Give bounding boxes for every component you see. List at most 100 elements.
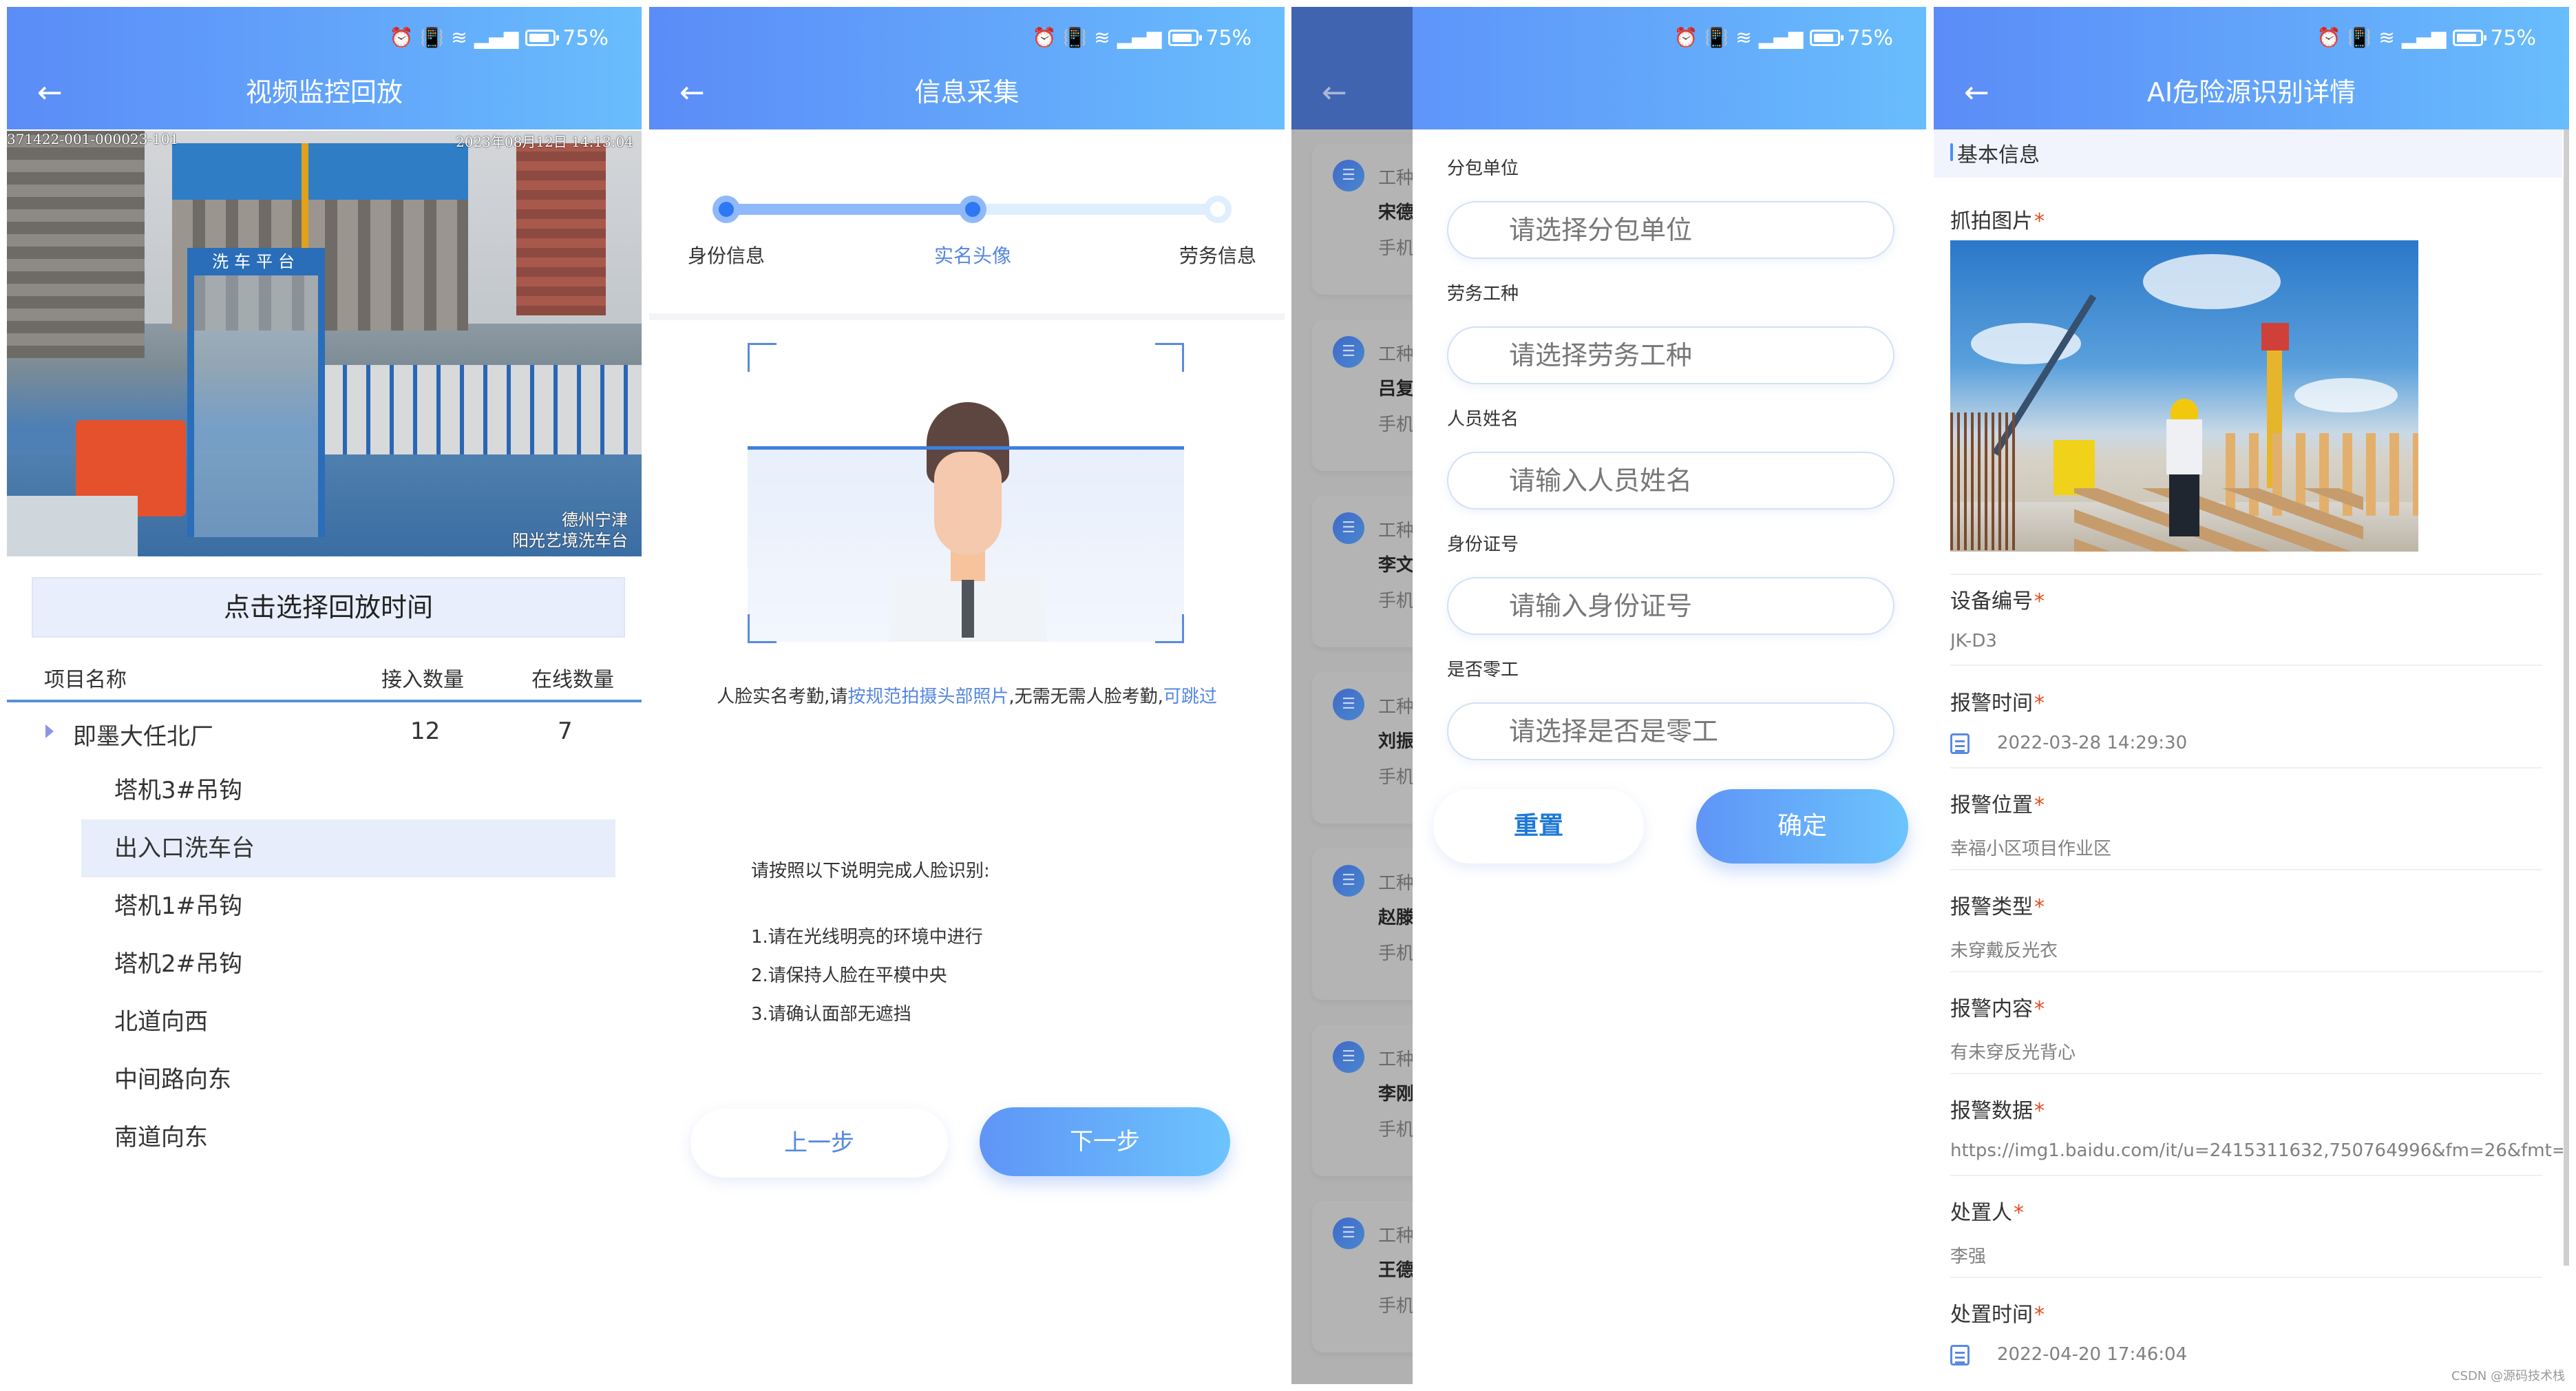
vibrate-icon: 📳 (420, 26, 445, 49)
avatar-face (934, 452, 1002, 555)
confirm-button[interactable]: 确定 (1696, 789, 1908, 864)
calendar-icon (1950, 733, 1970, 754)
page-title: 信息采集 (914, 77, 1020, 107)
app-bar: ⏰ 📳 ≋ ▂▄▆ 75% ← 视频监控回放 (7, 7, 642, 129)
location-overlay: 德州宁津 阳光艺境洗车台 (512, 510, 628, 551)
scan-line (748, 446, 1184, 450)
label-text: 设备编号 (1950, 589, 2033, 614)
alarm-icon: ⏰ (1032, 26, 1057, 49)
required-mark: * (2034, 793, 2045, 817)
camera-item[interactable]: 北道向西 (81, 993, 615, 1051)
name-input[interactable]: 请输入人员姓名 (1447, 452, 1894, 510)
step-dot-pending (1204, 196, 1232, 223)
reset-button[interactable]: 重置 (1433, 789, 1644, 864)
battery-icon (2453, 30, 2487, 46)
column-header: 接入数量 (381, 668, 464, 692)
location-line: 阳光艺境洗车台 (512, 531, 628, 550)
video-frame-fence (324, 365, 642, 454)
card-line: 工种 (1378, 168, 1415, 189)
snapshot-image[interactable] (1950, 240, 2418, 552)
vibrate-icon: 📳 (1063, 26, 1088, 49)
step-label: 身份信息 (687, 244, 765, 267)
image-worker-pants (2169, 474, 2199, 536)
avatar-tie (962, 580, 974, 638)
pick-playback-time-button[interactable]: 点击选择回放时间 (32, 577, 625, 638)
required-mark: * (2034, 1099, 2045, 1123)
battery-icon (1168, 30, 1203, 46)
battery-level: 75% (1847, 25, 1893, 50)
progress-stepper: 身份信息 实名头像 劳务信息 (649, 129, 1285, 310)
video-player[interactable]: 洗车平台 371422-001-000023-101 2023年08月12日 1… (7, 131, 642, 556)
instruction-item: 1.请在光线明亮的环境中进行 (751, 927, 983, 948)
document-icon: ☰ (1333, 1041, 1364, 1073)
avatar-placeholder-illustration (868, 402, 1068, 642)
card-name: 刘振 (1378, 731, 1415, 752)
camera-item[interactable]: 塔机2#吊钩 (81, 935, 615, 993)
card-line: 手机 (1378, 238, 1415, 259)
card-line: 工种 (1378, 344, 1415, 365)
required-mark: * (2034, 1303, 2045, 1327)
signal-icon: ▂▄▆ (2401, 26, 2447, 49)
card-line: 工种 (1378, 521, 1415, 541)
camera-item-selected[interactable]: 出入口洗车台 (81, 819, 615, 877)
connected-count: 12 (410, 718, 441, 745)
page-title: AI危险源识别详情 (2146, 77, 2356, 107)
camera-item[interactable]: 南道向东 (81, 1109, 615, 1167)
vertical-scrollbar[interactable] (2564, 129, 2569, 1266)
previous-step-button[interactable]: 上一步 (690, 1109, 948, 1178)
ai-hazard-detail-screen: ⏰ 📳 ≋ ▂▄▆ 75% ← AI危险源识别详情 基本信息 抓拍图片* 设备编… (1934, 7, 2569, 1384)
field-label: 报警内容* (1950, 992, 2045, 1022)
field-label: 设备编号* (1950, 584, 2045, 614)
alarm-data-link[interactable]: https://img1.baidu.com/it/u=2415311632,7… (1950, 1140, 2563, 1161)
alarm-icon: ⏰ (1674, 26, 1698, 49)
status-bar: ⏰ 📳 ≋ ▂▄▆ 75% (389, 21, 609, 55)
image-rebar (1950, 412, 2019, 550)
card-name: 王德 (1378, 1260, 1415, 1281)
field-label: 报警位置* (1950, 788, 2045, 818)
field-label: 报警类型* (1950, 890, 2045, 920)
section-title: 基本信息 (1957, 143, 2040, 167)
camera-item[interactable]: 中间路向东 (81, 1051, 615, 1109)
next-step-button[interactable]: 下一步 (980, 1107, 1230, 1176)
label-text: 报警内容 (1950, 997, 2033, 1021)
work-type-select[interactable]: 请选择劳务工种 (1447, 326, 1894, 384)
required-mark: * (2034, 691, 2045, 715)
field-label: 分包单位 (1447, 158, 1519, 179)
card-name: 宋德 (1378, 202, 1415, 223)
card-line: 工种 (1378, 873, 1415, 894)
datetime-value: 2022-04-20 17:46:04 (1997, 1344, 2188, 1365)
dimmed-overlay[interactable]: ☰ 工种 宋德 手机 ☰ 工种 吕复 手机 ☰ 工种 李文 手机 ☰ 工种 刘振… (1291, 129, 1450, 1384)
casual-worker-select[interactable]: 请选择是否是零工 (1447, 702, 1894, 760)
card-line: 工种 (1378, 1049, 1415, 1070)
card-line: 手机 (1378, 1120, 1415, 1140)
camera-item[interactable]: 塔机1#吊钩 (81, 877, 615, 935)
skip-link[interactable]: 可跳过 (1163, 687, 1217, 707)
card-line: 手机 (1378, 415, 1415, 435)
status-bar: ⏰ 📳 ≋ ▂▄▆ 75% (2316, 21, 2536, 55)
image-worker-helmet (2171, 399, 2198, 419)
project-tree-node[interactable]: 即墨大任北厂 12 7 (7, 704, 642, 762)
required-mark: * (2034, 895, 2045, 919)
camera-id-overlay: 371422-001-000023-101 (7, 131, 179, 147)
document-icon: ☰ (1333, 689, 1364, 720)
subcontractor-select[interactable]: 请选择分包单位 (1447, 201, 1894, 259)
field-value: 李强 (1950, 1246, 1987, 1267)
table-header: 项目名称 接入数量 在线数量 (7, 647, 642, 702)
video-frame-gate-sign: 洗车平台 (187, 248, 325, 275)
hint-text: ,无需无需人脸考勤, (1009, 687, 1163, 707)
photo-guideline-link[interactable]: 按规范拍摄头部照片 (847, 687, 1009, 707)
field-value: JK-D3 (1950, 631, 1997, 651)
id-number-input[interactable]: 请输入身份证号 (1447, 577, 1894, 635)
wifi-icon: ≋ (1735, 26, 1752, 49)
online-count: 7 (558, 718, 573, 745)
field-label: 人员姓名 (1447, 409, 1519, 430)
image-worker (2164, 399, 2205, 536)
alarm-icon: ⏰ (2316, 26, 2341, 49)
camera-item[interactable]: 塔机3#吊钩 (81, 762, 615, 819)
watermark: CSDN @源码技术栈 (2451, 1369, 2565, 1383)
back-arrow-icon[interactable]: ← (1322, 76, 1347, 110)
section-accent-bar (1950, 143, 1953, 161)
face-capture-frame[interactable] (748, 343, 1184, 643)
field-label: 是否零工 (1447, 660, 1519, 680)
expand-caret-icon[interactable] (45, 724, 54, 738)
